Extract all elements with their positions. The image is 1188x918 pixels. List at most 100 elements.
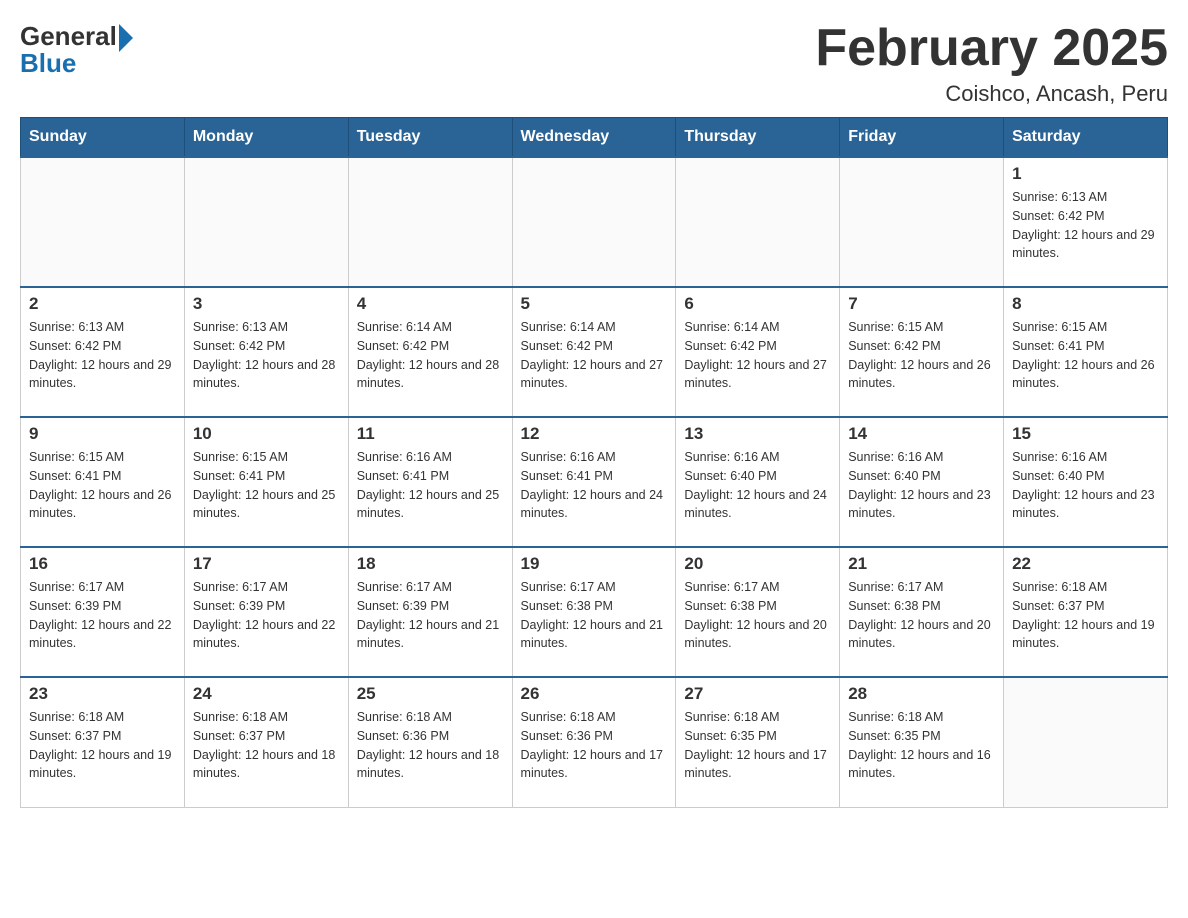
- day-number: 19: [521, 554, 668, 574]
- day-number: 2: [29, 294, 176, 314]
- day-number: 1: [1012, 164, 1159, 184]
- calendar-cell: 23Sunrise: 6:18 AMSunset: 6:37 PMDayligh…: [21, 677, 185, 807]
- day-info: Sunrise: 6:14 AMSunset: 6:42 PMDaylight:…: [684, 318, 831, 393]
- calendar-cell: [840, 157, 1004, 287]
- day-info: Sunrise: 6:16 AMSunset: 6:40 PMDaylight:…: [848, 448, 995, 523]
- day-number: 17: [193, 554, 340, 574]
- day-number: 24: [193, 684, 340, 704]
- calendar-cell: 14 Sunrise: 6:16 AMSunset: 6:40 PMDayligh…: [840, 417, 1004, 547]
- logo: General Blue: [20, 20, 133, 79]
- day-info: Sunrise: 6:18 AMSunset: 6:36 PMDaylight:…: [357, 708, 504, 783]
- day-info: Sunrise: 6:17 AMSunset: 6:38 PMDaylight:…: [684, 578, 831, 653]
- calendar-cell: 2 Sunrise: 6:13 AMSunset: 6:42 PMDaylight…: [21, 287, 185, 417]
- day-info: Sunrise: 6:15 AMSunset: 6:42 PMDaylight:…: [848, 318, 995, 393]
- calendar-cell: 6 Sunrise: 6:14 AMSunset: 6:42 PMDaylight…: [676, 287, 840, 417]
- month-title: February 2025: [815, 20, 1168, 77]
- day-info: Sunrise: 6:16 AMSunset: 6:40 PMDaylight:…: [684, 448, 831, 523]
- day-number: 25: [357, 684, 504, 704]
- calendar-cell: 19 Sunrise: 6:17 AMSunset: 6:38 PMDayligh…: [512, 547, 676, 677]
- day-info: Sunrise: 6:13 AMSunset: 6:42 PMDaylight:…: [1012, 188, 1159, 263]
- calendar-cell: [1004, 677, 1168, 807]
- day-info: Sunrise: 6:14 AMSunset: 6:42 PMDaylight:…: [357, 318, 504, 393]
- day-number: 5: [521, 294, 668, 314]
- week-row-0: 1 Sunrise: 6:13 AMSunset: 6:42 PMDaylight…: [21, 157, 1168, 287]
- calendar-cell: 26 Sunrise: 6:18 AMSunset: 6:36 PMDayligh…: [512, 677, 676, 807]
- day-number: 6: [684, 294, 831, 314]
- day-number: 8: [1012, 294, 1159, 314]
- day-info: Sunrise: 6:17 AMSunset: 6:39 PMDaylight:…: [357, 578, 504, 653]
- day-number: 22: [1012, 554, 1159, 574]
- week-row-1: 2 Sunrise: 6:13 AMSunset: 6:42 PMDaylight…: [21, 287, 1168, 417]
- day-number: 15: [1012, 424, 1159, 444]
- calendar-cell: 15 Sunrise: 6:16 AMSunset: 6:40 PMDayligh…: [1004, 417, 1168, 547]
- day-info: Sunrise: 6:18 AMSunset: 6:35 PMDaylight:…: [848, 708, 995, 783]
- day-number: 14: [848, 424, 995, 444]
- page-header: General Blue February 2025 Coishco, Anca…: [20, 20, 1168, 107]
- day-info: Sunrise: 6:18 AMSunset: 6:37 PMDaylight:…: [1012, 578, 1159, 653]
- calendar-cell: [676, 157, 840, 287]
- calendar-cell: 21 Sunrise: 6:17 AMSunset: 6:38 PMDayligh…: [840, 547, 1004, 677]
- day-info: Sunrise: 6:15 AMSunset: 6:41 PMDaylight:…: [1012, 318, 1159, 393]
- day-info: Sunrise: 6:15 AMSunset: 6:41 PMDaylight:…: [29, 448, 176, 523]
- logo-arrow-icon: [119, 24, 133, 52]
- calendar-cell: 16 Sunrise: 6:17 AMSunset: 6:39 PMDayligh…: [21, 547, 185, 677]
- day-number: 3: [193, 294, 340, 314]
- header-thursday: Thursday: [676, 118, 840, 158]
- day-number: 23: [29, 684, 176, 704]
- day-info: Sunrise: 6:17 AMSunset: 6:39 PMDaylight:…: [29, 578, 176, 653]
- day-info: Sunrise: 6:18 AMSunset: 6:35 PMDaylight:…: [684, 708, 831, 783]
- calendar-cell: 20 Sunrise: 6:17 AMSunset: 6:38 PMDayligh…: [676, 547, 840, 677]
- day-info: Sunrise: 6:17 AMSunset: 6:38 PMDaylight:…: [521, 578, 668, 653]
- day-number: 21: [848, 554, 995, 574]
- calendar-cell: 3 Sunrise: 6:13 AMSunset: 6:42 PMDaylight…: [184, 287, 348, 417]
- calendar-cell: 22 Sunrise: 6:18 AMSunset: 6:37 PMDayligh…: [1004, 547, 1168, 677]
- day-info: Sunrise: 6:18 AMSunset: 6:36 PMDaylight:…: [521, 708, 668, 783]
- calendar-cell: 11 Sunrise: 6:16 AMSunset: 6:41 PMDayligh…: [348, 417, 512, 547]
- header-row: SundayMondayTuesdayWednesdayThursdayFrid…: [21, 118, 1168, 158]
- header-sunday: Sunday: [21, 118, 185, 158]
- calendar-cell: 1 Sunrise: 6:13 AMSunset: 6:42 PMDaylight…: [1004, 157, 1168, 287]
- header-tuesday: Tuesday: [348, 118, 512, 158]
- day-info: Sunrise: 6:17 AMSunset: 6:39 PMDaylight:…: [193, 578, 340, 653]
- calendar-cell: 28 Sunrise: 6:18 AMSunset: 6:35 PMDayligh…: [840, 677, 1004, 807]
- header-monday: Monday: [184, 118, 348, 158]
- day-number: 26: [521, 684, 668, 704]
- day-info: Sunrise: 6:14 AMSunset: 6:42 PMDaylight:…: [521, 318, 668, 393]
- day-number: 16: [29, 554, 176, 574]
- calendar-cell: 17 Sunrise: 6:17 AMSunset: 6:39 PMDayligh…: [184, 547, 348, 677]
- day-number: 28: [848, 684, 995, 704]
- calendar-cell: 4 Sunrise: 6:14 AMSunset: 6:42 PMDaylight…: [348, 287, 512, 417]
- calendar-cell: 25 Sunrise: 6:18 AMSunset: 6:36 PMDayligh…: [348, 677, 512, 807]
- day-number: 18: [357, 554, 504, 574]
- calendar-cell: [348, 157, 512, 287]
- calendar-cell: [512, 157, 676, 287]
- day-info: Sunrise: 6:17 AMSunset: 6:38 PMDaylight:…: [848, 578, 995, 653]
- day-number: 4: [357, 294, 504, 314]
- calendar-cell: [21, 157, 185, 287]
- logo-general-text: General: [20, 21, 117, 52]
- day-info: Sunrise: 6:16 AMSunset: 6:41 PMDaylight:…: [521, 448, 668, 523]
- calendar-cell: 24Sunrise: 6:18 AMSunset: 6:37 PMDayligh…: [184, 677, 348, 807]
- week-row-4: 23Sunrise: 6:18 AMSunset: 6:37 PMDayligh…: [21, 677, 1168, 807]
- day-number: 20: [684, 554, 831, 574]
- day-info: Sunrise: 6:13 AMSunset: 6:42 PMDaylight:…: [193, 318, 340, 393]
- day-number: 9: [29, 424, 176, 444]
- day-number: 10: [193, 424, 340, 444]
- week-row-3: 16 Sunrise: 6:17 AMSunset: 6:39 PMDayligh…: [21, 547, 1168, 677]
- day-number: 13: [684, 424, 831, 444]
- day-info: Sunrise: 6:13 AMSunset: 6:42 PMDaylight:…: [29, 318, 176, 393]
- header-friday: Friday: [840, 118, 1004, 158]
- calendar-cell: 13 Sunrise: 6:16 AMSunset: 6:40 PMDayligh…: [676, 417, 840, 547]
- day-number: 11: [357, 424, 504, 444]
- title-section: February 2025 Coishco, Ancash, Peru: [815, 20, 1168, 107]
- calendar-header: SundayMondayTuesdayWednesdayThursdayFrid…: [21, 118, 1168, 158]
- day-number: 12: [521, 424, 668, 444]
- day-info: Sunrise: 6:15 AMSunset: 6:41 PMDaylight:…: [193, 448, 340, 523]
- calendar-cell: 7Sunrise: 6:15 AMSunset: 6:42 PMDaylight…: [840, 287, 1004, 417]
- day-info: Sunrise: 6:16 AMSunset: 6:41 PMDaylight:…: [357, 448, 504, 523]
- calendar-cell: 12 Sunrise: 6:16 AMSunset: 6:41 PMDayligh…: [512, 417, 676, 547]
- calendar-cell: 9 Sunrise: 6:15 AMSunset: 6:41 PMDaylight…: [21, 417, 185, 547]
- day-info: Sunrise: 6:16 AMSunset: 6:40 PMDaylight:…: [1012, 448, 1159, 523]
- calendar-table: SundayMondayTuesdayWednesdayThursdayFrid…: [20, 117, 1168, 808]
- calendar-cell: 8 Sunrise: 6:15 AMSunset: 6:41 PMDaylight…: [1004, 287, 1168, 417]
